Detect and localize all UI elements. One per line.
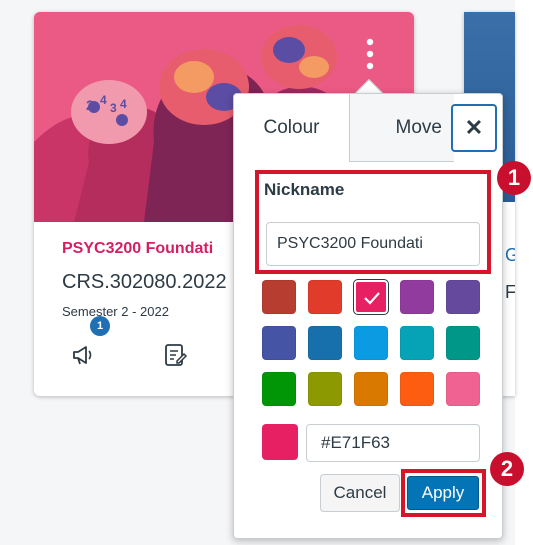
color-swatch[interactable]: [354, 280, 388, 314]
color-swatch[interactable]: [262, 280, 296, 314]
color-swatch[interactable]: [400, 372, 434, 406]
color-swatch[interactable]: [308, 372, 342, 406]
hex-color-input[interactable]: [306, 424, 480, 462]
close-button[interactable]: ✕: [451, 104, 497, 152]
checkmark-icon: [364, 292, 380, 305]
color-swatch[interactable]: [446, 280, 480, 314]
announcements-icon[interactable]: [70, 342, 96, 368]
course-card-title[interactable]: PSYC3200 Foundati: [62, 240, 262, 258]
hex-color-preview: [262, 424, 298, 460]
cancel-button[interactable]: Cancel: [320, 474, 400, 512]
announcements-badge: 1: [90, 316, 110, 336]
svg-text:3: 3: [110, 101, 117, 115]
apply-highlight-box: [401, 469, 486, 517]
color-swatch[interactable]: [308, 326, 342, 360]
assignments-icon[interactable]: [162, 342, 188, 368]
svg-text:2: 2: [86, 97, 94, 113]
course-card-code: CRS.302080.2022: [62, 271, 227, 293]
tab-colour[interactable]: Colour: [234, 94, 350, 162]
color-swatch[interactable]: [446, 326, 480, 360]
color-swatch[interactable]: [308, 280, 342, 314]
color-swatch[interactable]: [354, 326, 388, 360]
color-nickname-popover: Colour Move ✕ Nickname Cancel Apply: [233, 93, 503, 539]
nickname-highlight-box: [255, 170, 491, 274]
svg-text:4: 4: [100, 93, 107, 107]
color-swatch[interactable]: [354, 372, 388, 406]
step-marker-2: 2: [490, 452, 524, 486]
popover-tabs: Colour Move ✕: [234, 94, 504, 162]
color-swatch[interactable]: [446, 372, 480, 406]
tab-move[interactable]: Move: [350, 94, 454, 162]
close-icon: ✕: [464, 115, 484, 140]
color-swatch[interactable]: [400, 326, 434, 360]
svg-text:4: 4: [120, 97, 127, 111]
color-swatch[interactable]: [262, 372, 296, 406]
color-swatch[interactable]: [262, 326, 296, 360]
course-card-2-title-fragment: G: [505, 245, 515, 265]
color-swatch[interactable]: [400, 280, 434, 314]
step-marker-1: 1: [497, 161, 531, 195]
course-card-term: Semester 2 - 2022: [62, 304, 169, 319]
course-card-2-code-fragment: F: [505, 282, 515, 302]
